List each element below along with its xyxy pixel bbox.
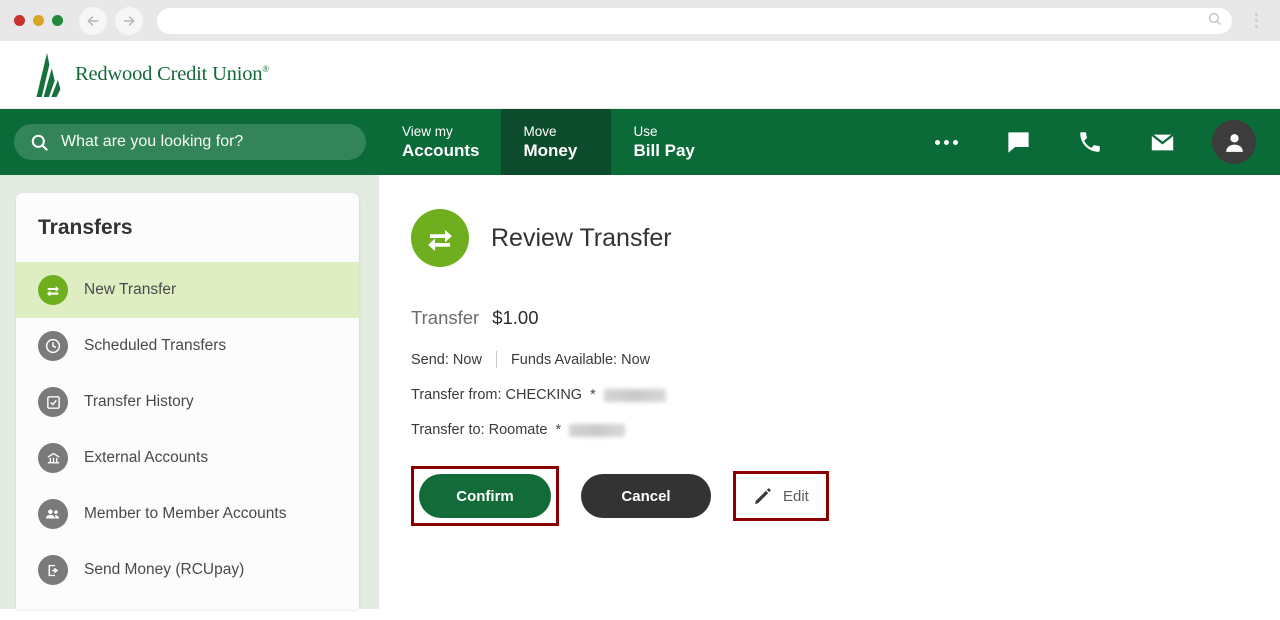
transfer-arrows-icon xyxy=(411,209,469,267)
edit-button[interactable]: Edit xyxy=(741,479,821,513)
cancel-button[interactable]: Cancel xyxy=(581,474,711,518)
page-header: Review Transfer xyxy=(411,209,1280,267)
window-traffic-lights xyxy=(14,15,63,26)
nav-tab-bill-pay-line1: Use xyxy=(633,124,658,139)
transfer-from-account-redacted xyxy=(603,388,666,402)
transfer-amount-row: Transfer $1.00 xyxy=(411,307,1280,329)
people-icon xyxy=(38,499,68,529)
nav-tab-move-money-line2: Money xyxy=(523,141,578,160)
sidebar-item-transfer-history[interactable]: Transfer History xyxy=(16,374,359,430)
maximize-window-button[interactable] xyxy=(52,15,63,26)
more-ellipsis-icon[interactable] xyxy=(910,109,982,175)
clock-icon xyxy=(38,331,68,361)
close-window-button[interactable] xyxy=(14,15,25,26)
nav-tab-move-money-line1: Move xyxy=(523,124,557,139)
confirm-button-annotation: Confirm xyxy=(411,466,559,526)
edit-button-annotation: Edit xyxy=(733,471,829,521)
sidebar-item-member-to-member[interactable]: Member to Member Accounts xyxy=(16,486,359,542)
pencil-icon xyxy=(753,487,772,506)
trademark-mark: ® xyxy=(262,64,269,75)
sidebar-item-member-to-member-label: Member to Member Accounts xyxy=(84,505,287,522)
envelope-icon[interactable] xyxy=(1126,109,1198,175)
nav-tab-bill-pay[interactable]: Use Bill Pay xyxy=(611,109,721,175)
sidebar-item-external-accounts[interactable]: External Accounts xyxy=(16,430,359,486)
sidebar-item-send-money-label: Send Money (RCUpay) xyxy=(84,561,245,578)
search-placeholder-text: What are you looking for? xyxy=(61,133,244,150)
divider xyxy=(495,351,497,368)
send-money-icon xyxy=(38,555,68,585)
funds-available-label: Funds Available: Now xyxy=(510,351,651,368)
sidebar-title: Transfers xyxy=(38,216,133,239)
main-navigation: What are you looking for? View my Accoun… xyxy=(0,109,1280,175)
minimize-window-button[interactable] xyxy=(33,15,44,26)
search-icon xyxy=(30,133,49,152)
address-bar[interactable] xyxy=(157,7,1232,34)
transfer-from-label: Transfer from: CHECKING xyxy=(411,387,583,403)
nav-tab-move-money[interactable]: Move Money xyxy=(501,109,612,175)
sidebar-item-new-transfer-label: New Transfer xyxy=(84,281,177,298)
sidebar-item-scheduled-transfers[interactable]: Scheduled Transfers xyxy=(16,318,359,374)
site-logo[interactable]: Redwood Credit Union® xyxy=(30,52,269,97)
sidebar-item-external-accounts-label: External Accounts xyxy=(84,449,209,466)
forward-arrow-icon[interactable] xyxy=(115,6,143,35)
transfer-from-row: Transfer from: CHECKING * xyxy=(411,387,1280,403)
bank-building-icon xyxy=(38,443,68,473)
nav-right-icons xyxy=(910,109,1280,175)
nav-search-area: What are you looking for? xyxy=(0,109,380,175)
kebab-menu-icon[interactable] xyxy=(1246,13,1266,28)
transfer-to-mask: * xyxy=(555,422,562,438)
main-content: Review Transfer Transfer $1.00 Send: Now… xyxy=(378,175,1280,609)
sidebar-item-scheduled-transfers-label: Scheduled Transfers xyxy=(84,337,227,354)
search-input[interactable]: What are you looking for? xyxy=(14,124,366,160)
nav-tabs: View my Accounts Move Money Use Bill Pay xyxy=(380,109,721,175)
action-buttons-row: Confirm Cancel Edit xyxy=(411,466,1280,526)
phone-icon[interactable] xyxy=(1054,109,1126,175)
transfer-to-row: Transfer to: Roomate * xyxy=(411,422,1280,438)
site-logo-text: Redwood Credit Union® xyxy=(75,63,269,85)
user-avatar-icon[interactable] xyxy=(1212,120,1256,164)
nav-tab-accounts-line2: Accounts xyxy=(402,141,480,160)
nav-tab-bill-pay-line2: Bill Pay xyxy=(633,141,695,160)
sidebar-item-new-transfer[interactable]: New Transfer xyxy=(16,262,359,318)
browser-chrome xyxy=(0,0,1280,41)
transfer-amount-label: Transfer xyxy=(411,307,480,328)
edit-button-label: Edit xyxy=(783,487,809,505)
back-arrow-icon[interactable] xyxy=(79,6,107,35)
transfer-amount-value: $1.00 xyxy=(492,307,539,328)
sidebar-card: Transfers New Transfer Scheduled Transfe… xyxy=(16,193,359,609)
sidebar-column: Transfers New Transfer Scheduled Transfe… xyxy=(0,175,378,609)
redwood-tree-logo-icon xyxy=(30,52,64,97)
page-title: Review Transfer xyxy=(491,223,672,252)
checklist-icon xyxy=(38,387,68,417)
transfer-to-label: Transfer to: Roomate xyxy=(411,422,548,438)
transfer-to-account-redacted xyxy=(569,423,626,437)
page-body: Transfers New Transfer Scheduled Transfe… xyxy=(0,175,1280,609)
sidebar-item-transfer-history-label: Transfer History xyxy=(84,393,194,410)
sidebar-item-send-money[interactable]: Send Money (RCUpay) xyxy=(16,542,359,598)
site-header: Redwood Credit Union® xyxy=(0,41,1280,109)
chat-bubble-icon[interactable] xyxy=(982,109,1054,175)
transfer-from-mask: * xyxy=(590,387,596,403)
nav-tab-accounts[interactable]: View my Accounts xyxy=(380,109,501,175)
nav-tab-accounts-line1: View my xyxy=(402,124,453,139)
schedule-row: Send: Now Funds Available: Now xyxy=(411,351,1280,368)
transfer-arrows-icon xyxy=(38,275,68,305)
send-timing-label: Send: Now xyxy=(411,351,482,368)
confirm-button[interactable]: Confirm xyxy=(419,474,551,518)
search-icon xyxy=(1207,11,1222,31)
